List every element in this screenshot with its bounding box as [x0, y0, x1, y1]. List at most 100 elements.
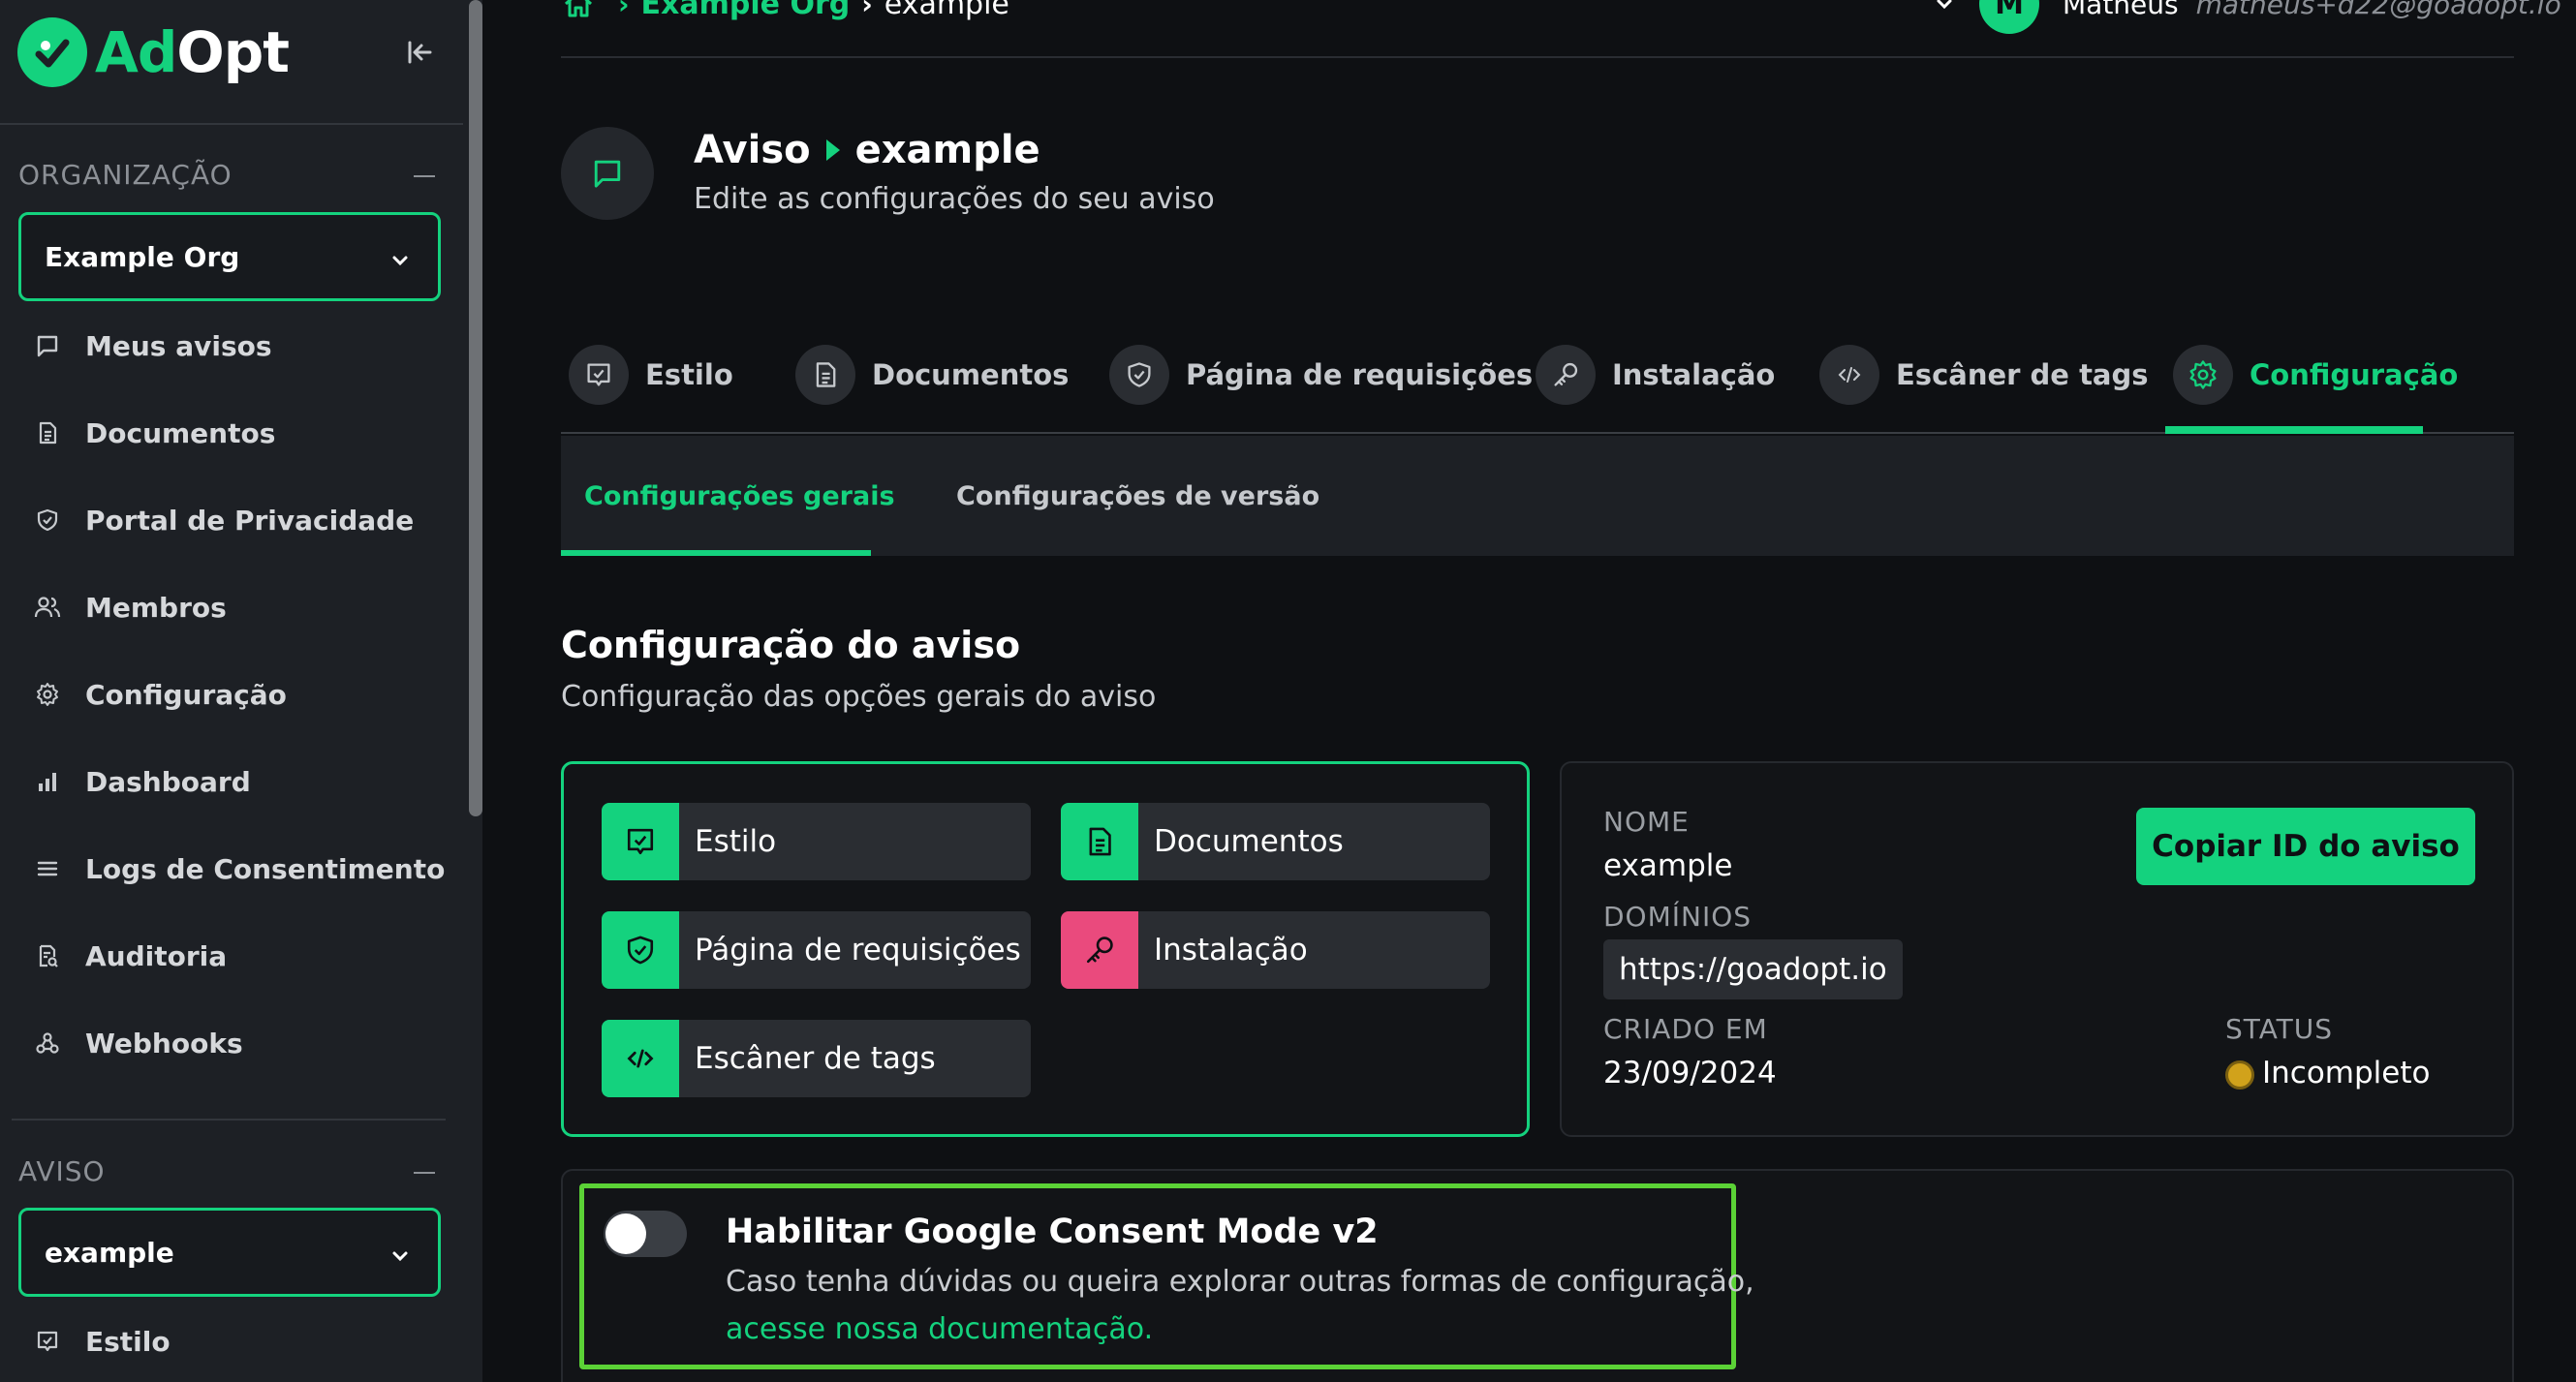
active-subtab-indicator [561, 550, 871, 556]
shield-icon [33, 506, 62, 535]
gear-icon [33, 680, 62, 709]
adopt-logo[interactable]: AdOpt [17, 17, 290, 87]
consent-mode-toggle[interactable] [604, 1211, 687, 1257]
collapse-sidebar-icon[interactable] [403, 35, 438, 70]
breadcrumb-separator-icon: › [618, 0, 630, 20]
tab-pagina-requisicoes[interactable]: Página de requisições [1109, 341, 1533, 409]
tab-label: Estilo [645, 358, 733, 391]
quick-link-escaner-tags[interactable]: Escâner de tags [602, 1020, 1031, 1097]
message-square-icon [33, 331, 62, 360]
quick-link-documentos[interactable]: Documentos [1061, 803, 1490, 880]
domain-chip: https://goadopt.io [1603, 939, 1903, 999]
breadcrumb: › Example Org › example [562, 0, 1009, 23]
webhook-icon [33, 1029, 62, 1058]
sidebar-item-label: Configuração [85, 678, 287, 711]
tab-configuracao[interactable]: Configuração [2173, 341, 2458, 409]
sidebar-item-label: Documentos [85, 416, 276, 449]
sidebar-item-dashboard[interactable]: Dashboard [33, 762, 251, 801]
gear-icon [2173, 345, 2233, 405]
quick-link-estilo[interactable]: Estilo [602, 803, 1031, 880]
caret-right-icon [825, 139, 840, 161]
sidebar-item-logs-consentimento[interactable]: Logs de Consentimento [33, 849, 445, 888]
tab-label: Escâner de tags [1896, 358, 2149, 391]
style-icon [602, 803, 679, 880]
org-collapse-icon[interactable] [414, 175, 435, 177]
sidebar-item-label: Membros [85, 591, 227, 624]
chevron-down-icon [389, 1245, 411, 1267]
domains-label: DOMÍNIOS [1603, 901, 1753, 933]
code-icon [1819, 345, 1879, 405]
quick-link-label: Documentos [1154, 824, 1344, 859]
code-icon [602, 1020, 679, 1097]
notice-select[interactable]: example [18, 1208, 441, 1297]
page-subtitle: Edite as configurações do seu aviso [694, 182, 1215, 216]
tab-label: Página de requisições [1186, 358, 1534, 391]
tab-estilo[interactable]: Estilo [569, 341, 733, 409]
consent-mode-title: Habilitar Google Consent Mode v2 [726, 1213, 1379, 1251]
tab-bar: Estilo Documentos Página de requisições … [561, 329, 2514, 434]
name-value: example [1603, 848, 1733, 883]
status-label: STATUS [2225, 1013, 2334, 1045]
notice-info-card: NOME example DOMÍNIOS https://goadopt.io… [1560, 761, 2514, 1137]
tab-label: Instalação [1612, 358, 1776, 391]
tab-documentos[interactable]: Documentos [795, 341, 1069, 409]
notice-collapse-icon[interactable] [414, 1172, 435, 1174]
tab-instalacao[interactable]: Instalação [1536, 341, 1775, 409]
sidebar-item-documentos[interactable]: Documentos [33, 414, 275, 452]
user-name: Matheus [2063, 0, 2179, 20]
subtab-label: Configurações de versão [956, 480, 1320, 511]
breadcrumb-org[interactable]: Example Org [641, 0, 851, 21]
quick-links-card: Estilo Documentos Página de requisições … [561, 761, 1530, 1137]
sidebar-item-portal-privacidade[interactable]: Portal de Privacidade [33, 501, 414, 539]
status-value: Incompleto [2262, 1056, 2431, 1090]
sidebar-item-membros[interactable]: Membros [33, 588, 227, 627]
sidebar-item-configuracao[interactable]: Configuração [33, 675, 287, 714]
sidebar-item-estilo[interactable]: Estilo [33, 1322, 171, 1361]
user-email: matheus+d22@goadopt.io [2195, 0, 2561, 20]
created-value: 23/09/2024 [1603, 1056, 1777, 1090]
bar-chart-icon [33, 767, 62, 796]
notice-section-label: AVISO [18, 1155, 106, 1187]
page-title-prefix: Aviso [694, 128, 811, 172]
list-icon [33, 854, 62, 883]
status-badge: Incompleto [2225, 1056, 2430, 1090]
page-title: Aviso example [694, 124, 1040, 176]
sidebar: AdOpt ORGANIZAÇÃO Example Org Meus aviso… [0, 0, 482, 1382]
sidebar-item-auditoria[interactable]: Auditoria [33, 937, 227, 975]
tab-label: Documentos [872, 358, 1070, 391]
tab-label: Configuração [2250, 358, 2459, 391]
consent-mode-description: Caso tenha dúvidas ou queira explorar ou… [726, 1265, 1754, 1299]
sidebar-item-webhooks[interactable]: Webhooks [33, 1024, 243, 1062]
home-icon[interactable] [562, 0, 595, 19]
sidebar-item-meus-avisos[interactable]: Meus avisos [33, 326, 272, 365]
org-select[interactable]: Example Org [18, 212, 441, 301]
org-section-label: ORGANIZAÇÃO [18, 159, 233, 191]
quick-link-pagina-requisicoes[interactable]: Página de requisições [602, 911, 1031, 989]
documentation-link[interactable]: acesse nossa documentação. [726, 1312, 1153, 1346]
config-title: Configuração do aviso [561, 624, 1021, 666]
quick-link-instalacao[interactable]: Instalação [1061, 911, 1490, 989]
active-tab-indicator [2165, 426, 2423, 434]
document-icon [33, 418, 62, 447]
tab-escaner-tags[interactable]: Escâner de tags [1819, 341, 2149, 409]
sidebar-scrollbar-thumb[interactable] [469, 0, 482, 816]
toggle-knob [605, 1213, 646, 1254]
breadcrumb-separator-icon: › [861, 0, 873, 20]
chevron-down-icon[interactable] [1933, 0, 1956, 15]
copy-notice-id-button[interactable]: Copiar ID do aviso [2136, 808, 2475, 885]
avatar[interactable]: M [1979, 0, 2039, 34]
document-icon [1061, 803, 1138, 880]
user-menu[interactable]: M Matheus matheus+d22@goadopt.io [1933, 0, 2561, 34]
shield-icon [1109, 345, 1169, 405]
sidebar-item-label: Dashboard [85, 765, 251, 798]
subtab-configuracoes-gerais[interactable]: Configurações gerais [584, 436, 895, 556]
sidebar-item-label: Auditoria [85, 939, 228, 972]
breadcrumb-current: example [884, 0, 1009, 21]
chevron-down-icon [389, 250, 411, 271]
users-icon [33, 593, 62, 622]
quick-link-label: Escâner de tags [695, 1041, 936, 1076]
subtab-configuracoes-versao[interactable]: Configurações de versão [956, 436, 1319, 556]
message-square-icon [561, 127, 654, 220]
created-label: CRIADO EM [1603, 1013, 1768, 1045]
key-icon [1061, 911, 1138, 989]
